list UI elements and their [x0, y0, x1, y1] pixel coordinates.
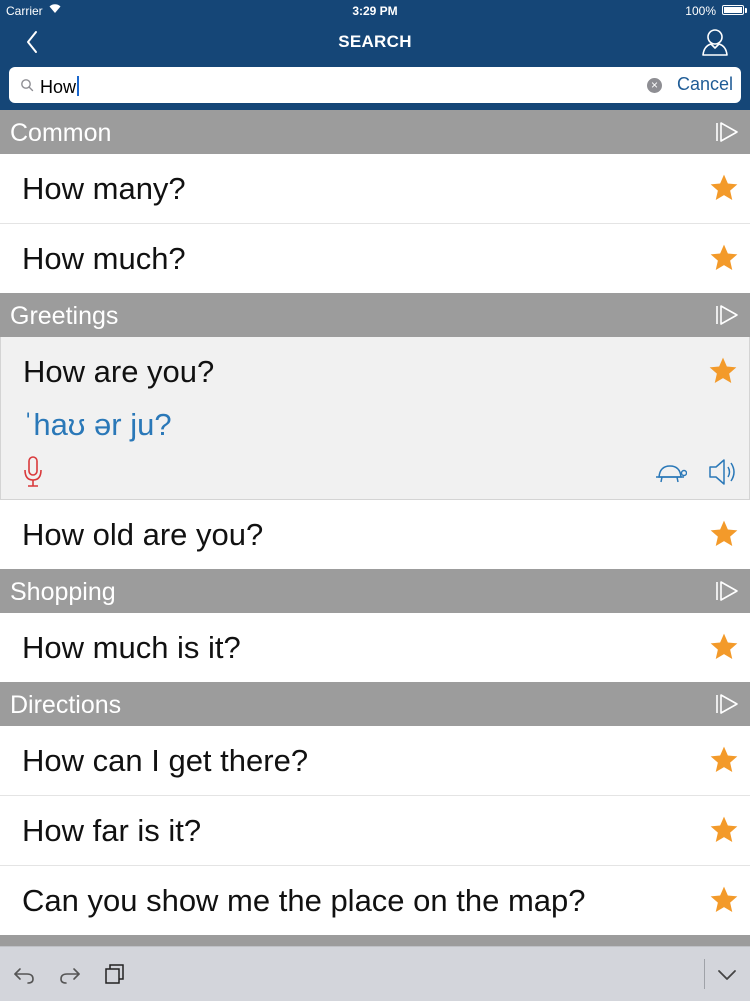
search-value[interactable]: How [40, 76, 80, 98]
battery-tip [745, 8, 747, 13]
battery-icon [722, 5, 744, 15]
star-icon[interactable] [708, 884, 740, 916]
section-header-directions: Directions [0, 682, 750, 726]
phrase-text: How much? [22, 241, 186, 276]
status-bar: Carrier 3:29 PM 100% [0, 0, 750, 22]
microphone-icon[interactable] [22, 455, 44, 489]
star-icon[interactable] [708, 744, 740, 776]
star-icon[interactable] [708, 518, 740, 550]
toolbar-divider [704, 959, 705, 989]
phrase-text: How many? [22, 171, 186, 206]
keyboard-toolbar [0, 946, 750, 1001]
play-section-icon[interactable] [714, 579, 740, 603]
battery-label: 100% [685, 4, 716, 18]
section-label: Greetings [10, 302, 119, 330]
dismiss-keyboard-icon[interactable] [716, 967, 738, 983]
undo-icon[interactable] [12, 965, 36, 985]
list-item[interactable]: How much is it? [0, 613, 750, 682]
list-item[interactable]: How can I get there? [0, 726, 750, 796]
search-icon [20, 78, 34, 92]
search-bar: How × Cancel [0, 62, 750, 110]
nav-bar: SEARCH [0, 22, 750, 62]
speaker-icon[interactable] [707, 457, 739, 487]
cancel-button[interactable]: Cancel [677, 74, 733, 95]
star-icon[interactable] [707, 355, 739, 387]
phrase-text: How much is it? [22, 630, 241, 665]
phrase-text: How far is it? [22, 813, 202, 848]
search-input[interactable]: How × Cancel [9, 67, 741, 103]
phrase-text: How can I get there? [22, 743, 309, 778]
clear-search-icon[interactable]: × [647, 78, 662, 93]
slow-playback-turtle-icon[interactable] [653, 461, 688, 485]
section-label: Common [10, 119, 112, 147]
section-header-common: Common [0, 110, 750, 154]
section-label: Shopping [10, 578, 116, 606]
list-item[interactable]: How far is it? [0, 796, 750, 866]
star-icon[interactable] [708, 242, 740, 274]
page-title: SEARCH [338, 32, 412, 51]
play-section-icon[interactable] [714, 692, 740, 716]
phrase-list: Common How many? How much? Greetings How… [0, 110, 750, 947]
star-icon[interactable] [708, 172, 740, 204]
play-section-icon[interactable] [714, 303, 740, 327]
star-icon[interactable] [708, 814, 740, 846]
phonetic-text: ˈhaʊ ər ju? [23, 407, 172, 442]
play-section-icon[interactable] [714, 120, 740, 144]
user-icon[interactable] [700, 26, 730, 58]
expanded-list-item[interactable]: How are you? ˈhaʊ ər ju? [0, 337, 750, 500]
paste-icon[interactable] [104, 963, 126, 985]
phrase-text: How are you? [23, 354, 215, 389]
section-header-shopping: Shopping [0, 569, 750, 613]
list-item[interactable]: How much? [0, 224, 750, 293]
list-item[interactable]: How many? [0, 154, 750, 224]
phrase-text: How old are you? [22, 517, 264, 552]
redo-icon[interactable] [58, 965, 82, 985]
section-label: Directions [10, 691, 122, 719]
phrase-text: Can you show me the place on the map? [22, 883, 586, 918]
status-time: 3:29 PM [352, 4, 398, 18]
list-item[interactable]: Can you show me the place on the map? [0, 866, 750, 935]
list-item[interactable]: How old are you? [0, 500, 750, 569]
section-header-greetings: Greetings [0, 293, 750, 337]
star-icon[interactable] [708, 631, 740, 663]
